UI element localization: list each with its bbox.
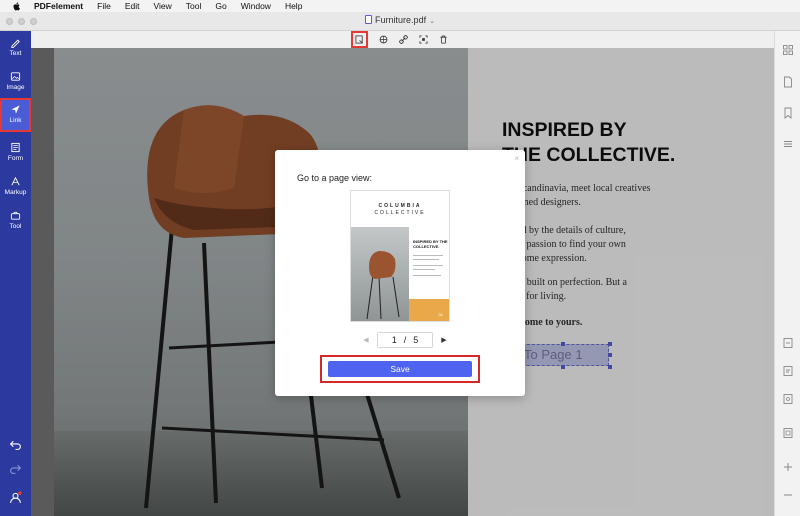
thumbnail-photo [351, 227, 409, 321]
text-edit-icon [11, 39, 20, 48]
close-icon[interactable]: × [514, 154, 519, 163]
document-title[interactable]: Furniture.pdf ⌄ [0, 15, 800, 25]
export-icon[interactable] [782, 337, 794, 349]
prev-page-icon[interactable]: ◀ [361, 336, 371, 344]
thumbnail-text-line [413, 265, 443, 266]
next-page-icon[interactable]: ▶ [439, 336, 449, 344]
sidebar-tool-label: Markup [4, 189, 27, 196]
menu-edit[interactable]: Edit [118, 0, 147, 12]
web-link-button[interactable] [377, 33, 390, 46]
titlebar: Furniture.pdf ⌄ [0, 12, 800, 31]
thumbnail-text-line [413, 255, 443, 256]
select-area-icon [419, 35, 428, 44]
thumbnail-heading: INSPIRED BY THE COLLECTIVE. [413, 239, 448, 249]
menu-help[interactable]: Help [278, 0, 309, 12]
select-area-button[interactable] [417, 33, 430, 46]
thumbnail-text-line [413, 259, 439, 260]
form-icon [11, 142, 20, 153]
menu-lines-icon[interactable] [782, 138, 794, 150]
link-arrow-icon [11, 105, 20, 114]
thumbnail-brand-line1: COLUMBIA [378, 203, 422, 209]
page-preview-thumbnail: COLUMBIA COLLECTIVE INSPIRED BY THE COLL… [350, 190, 450, 322]
sidebar-tool-text[interactable]: Text [0, 33, 31, 63]
toolbox-icon [10, 211, 21, 220]
left-tool-sidebar: Text Image Link Form Markup Tool [0, 31, 31, 516]
sidebar-tool-label: Link [9, 117, 22, 124]
bookmark-icon[interactable] [782, 107, 794, 119]
image-icon [10, 72, 21, 81]
total-pages: 5 [413, 335, 419, 345]
pdf-file-icon [365, 15, 373, 24]
menu-window[interactable]: Window [234, 0, 278, 12]
ocr-icon[interactable] [782, 393, 794, 405]
convert-icon[interactable] [782, 365, 794, 377]
sidebar-tool-image[interactable]: Image [0, 67, 31, 97]
menu-go[interactable]: Go [208, 0, 233, 12]
document-title-text: Furniture.pdf [375, 15, 427, 25]
save-button[interactable]: Save [328, 361, 472, 377]
delete-link-button[interactable] [437, 33, 450, 46]
sidebar-tool-label: Image [6, 84, 25, 91]
sidebar-tool-link[interactable]: Link [0, 98, 31, 132]
thumbnail-text-line [413, 269, 435, 270]
menu-tool[interactable]: Tool [179, 0, 209, 12]
current-page: 1 [391, 335, 397, 345]
page-pager: ◀ 1 / 5 ▶ [361, 332, 449, 348]
sidebar-tool-label: Tool [9, 223, 22, 230]
sidebar-tool-form[interactable]: Form [0, 138, 31, 168]
add-link-button[interactable] [351, 31, 368, 48]
globe-link-icon [379, 35, 388, 44]
chain-link-icon [399, 35, 408, 44]
page-thumbnail-icon[interactable] [782, 76, 794, 88]
save-button-highlight: Save [320, 355, 480, 383]
thumbnail-chair-illustration [366, 251, 400, 320]
page-number-input[interactable]: 1 / 5 [377, 332, 433, 348]
link-toolbar [31, 31, 774, 48]
thumbnail-orange-block: 01 [409, 299, 449, 321]
add-link-icon [355, 35, 363, 44]
sidebar-tool-label: Form [7, 155, 24, 162]
account-icon[interactable] [9, 491, 22, 504]
chevron-down-icon: ⌄ [429, 18, 435, 25]
thumbnail-badge: 01 [438, 312, 443, 317]
menu-app-name[interactable]: PDFelement [27, 0, 90, 12]
go-to-page-dialog: × Go to a page view: COLUMBIA COLLECTIVE… [275, 150, 525, 396]
menubar: PDFelement File Edit View Tool Go Window… [0, 0, 800, 12]
sidebar-tool-label: Text [9, 50, 22, 57]
sidebar-tool-tool[interactable]: Tool [0, 206, 31, 236]
grid-view-icon[interactable] [782, 44, 794, 56]
undo-icon[interactable] [9, 438, 22, 451]
sidebar-tool-markup[interactable]: Markup [0, 172, 31, 202]
dialog-label: Go to a page view: [297, 173, 373, 183]
apple-logo-icon[interactable] [12, 1, 21, 11]
chain-link-button[interactable] [397, 33, 410, 46]
menu-file[interactable]: File [90, 0, 118, 12]
protect-icon[interactable] [782, 427, 794, 439]
trash-icon [440, 35, 447, 44]
zoom-out-icon[interactable] [782, 489, 794, 501]
menu-view[interactable]: View [146, 0, 178, 12]
page-separator: / [403, 335, 407, 345]
zoom-in-icon[interactable] [782, 461, 794, 473]
redo-icon[interactable] [9, 462, 22, 475]
right-panel [774, 31, 800, 516]
thumbnail-text-line [413, 275, 441, 276]
thumbnail-brand-line2: COLLECTIVE [374, 210, 426, 216]
markup-icon [11, 176, 20, 186]
